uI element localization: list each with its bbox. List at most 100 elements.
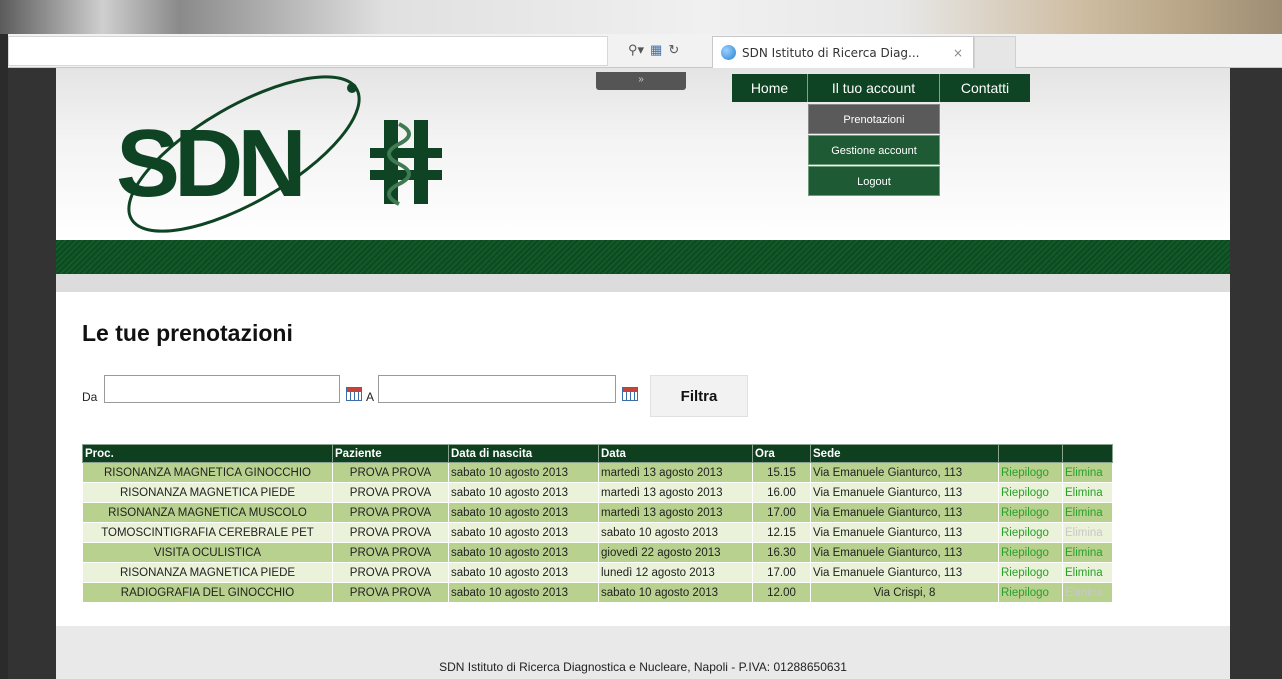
column-header: Ora — [752, 444, 811, 463]
dropdown-item-prenotazioni[interactable]: Prenotazioni — [808, 104, 940, 134]
riepilogo-link-text[interactable]: Riepilogo — [1001, 547, 1049, 559]
patient-cell: PROVA PROVA — [332, 582, 449, 603]
elimina-link-text[interactable]: Elimina — [1065, 567, 1103, 579]
procedure-cell: RISONANZA MAGNETICA PIEDE — [82, 482, 333, 503]
tab-title: SDN Istituto di Ricerca Diag... — [742, 45, 920, 60]
procedure-cell: RISONANZA MAGNETICA MUSCOLO — [82, 502, 333, 523]
header-grey-band — [56, 274, 1230, 292]
riepilogo-link-text[interactable]: Riepilogo — [1001, 587, 1049, 599]
collapse-toggle-icon[interactable]: » — [596, 72, 686, 90]
web-page: SDN » Home Il tuo account Contatti Preno… — [56, 68, 1230, 679]
riepilogo-link[interactable]: Riepilogo — [998, 502, 1063, 523]
browser-tabbar: ⚲▾ ▦ ↻ SDN Istituto di Ricerca Diag... × — [8, 34, 1282, 68]
refresh-icon[interactable]: ↻ — [668, 42, 679, 58]
riepilogo-link-text[interactable]: Riepilogo — [1001, 487, 1049, 499]
riepilogo-link[interactable]: Riepilogo — [998, 582, 1063, 603]
search-icon[interactable]: ⚲▾ — [628, 42, 644, 58]
elimina-link-text[interactable]: Elimina — [1065, 547, 1103, 559]
elimina-link-text[interactable]: Elimina — [1065, 487, 1103, 499]
bookings-table: Proc. Paziente Data di nascita Data Ora … — [82, 444, 1113, 603]
from-date-input[interactable] — [104, 375, 340, 403]
time-cell: 12.00 — [752, 582, 811, 603]
elimina-link[interactable]: Elimina — [1062, 562, 1113, 583]
column-header: Sede — [810, 444, 999, 463]
date-filter: Da A Filtra — [82, 374, 762, 418]
riepilogo-link-text[interactable]: Riepilogo — [1001, 527, 1049, 539]
elimina-link[interactable]: Elimina — [1062, 502, 1113, 523]
time-cell: 16.30 — [752, 542, 811, 563]
site-header: SDN » Home Il tuo account Contatti Preno… — [56, 68, 1230, 240]
patient-cell: PROVA PROVA — [332, 462, 449, 483]
dropdown-item-gestione-account[interactable]: Gestione account — [808, 135, 940, 165]
time-cell: 15.15 — [752, 462, 811, 483]
column-header — [998, 444, 1063, 463]
column-header: Data — [598, 444, 753, 463]
svg-text:SDN: SDN — [116, 110, 301, 217]
elimina-link[interactable]: Elimina — [1062, 462, 1113, 483]
site-footer: SDN Istituto di Ricerca Diagnostica e Nu… — [56, 626, 1230, 679]
dropdown-item-logout[interactable]: Logout — [808, 166, 940, 196]
date-cell: martedì 13 agosto 2013 — [598, 462, 753, 483]
table-row: RADIOGRAFIA DEL GINOCCHIO PROVA PROVA saba… — [82, 582, 1113, 603]
procedure-cell: VISITA OCULISTICA — [82, 542, 333, 563]
location-cell: Via Emanuele Gianturco, 113 — [810, 562, 999, 583]
column-header: Paziente — [332, 444, 449, 463]
sdn-logo[interactable]: SDN — [94, 74, 514, 244]
location-cell: Via Emanuele Gianturco, 113 — [810, 482, 999, 503]
to-date-input[interactable] — [378, 375, 616, 403]
location-cell: Via Emanuele Gianturco, 113 — [810, 522, 999, 543]
elimina-link-text: Elimina — [1065, 526, 1103, 539]
address-bar[interactable] — [8, 36, 608, 66]
riepilogo-link[interactable]: Riepilogo — [998, 482, 1063, 503]
column-header: Proc. — [82, 444, 333, 463]
address-tools: ⚲▾ ▦ ↻ — [628, 42, 679, 58]
nav-account[interactable]: Il tuo account — [808, 74, 940, 102]
riepilogo-link[interactable]: Riepilogo — [998, 522, 1063, 543]
date-cell: sabato 10 agosto 2013 — [598, 582, 753, 603]
procedure-cell: RADIOGRAFIA DEL GINOCCHIO — [82, 582, 333, 603]
table-row: RISONANZA MAGNETICA MUSCOLO PROVA PROVA sa… — [82, 502, 1113, 523]
from-label: Da — [82, 390, 98, 404]
riepilogo-link[interactable]: Riepilogo — [998, 462, 1063, 483]
filter-button[interactable]: Filtra — [650, 375, 748, 417]
elimina-link[interactable]: Elimina — [1062, 542, 1113, 563]
compat-view-icon[interactable]: ▦ — [650, 42, 662, 58]
new-tab-button[interactable] — [974, 36, 1016, 68]
elimina-link-text[interactable]: Elimina — [1065, 467, 1103, 479]
patient-cell: PROVA PROVA — [332, 542, 449, 563]
column-header: Data di nascita — [448, 444, 599, 463]
birthdate-cell: sabato 10 agosto 2013 — [448, 562, 599, 583]
riepilogo-link-text[interactable]: Riepilogo — [1001, 467, 1049, 479]
patient-cell: PROVA PROVA — [332, 482, 449, 503]
riepilogo-link-text[interactable]: Riepilogo — [1001, 507, 1049, 519]
elimina-link-text[interactable]: Elimina — [1065, 507, 1103, 519]
table-row: VISITA OCULISTICA PROVA PROVA sabato 10 ag… — [82, 542, 1113, 563]
calendar-icon[interactable] — [346, 387, 362, 401]
birthdate-cell: sabato 10 agosto 2013 — [448, 482, 599, 503]
elimina-link: Elimina — [1062, 582, 1113, 603]
birthdate-cell: sabato 10 agosto 2013 — [448, 462, 599, 483]
riepilogo-link[interactable]: Riepilogo — [998, 542, 1063, 563]
time-cell: 17.00 — [752, 562, 811, 583]
riepilogo-link-text[interactable]: Riepilogo — [1001, 567, 1049, 579]
main-nav: Home Il tuo account Contatti — [732, 74, 1030, 102]
browser-tab[interactable]: SDN Istituto di Ricerca Diag... × — [712, 36, 974, 68]
account-dropdown: Prenotazioni Gestione account Logout — [808, 104, 940, 197]
tab-close-icon[interactable]: × — [953, 46, 963, 60]
window-titlebar — [0, 0, 1282, 34]
ie-favicon-icon — [721, 45, 736, 60]
header-green-band — [56, 240, 1230, 274]
procedure-cell: RISONANZA MAGNETICA GINOCCHIO — [82, 462, 333, 483]
riepilogo-link[interactable]: Riepilogo — [998, 562, 1063, 583]
location-cell: Via Emanuele Gianturco, 113 — [810, 462, 999, 483]
calendar-icon[interactable] — [622, 387, 638, 401]
nav-contacts[interactable]: Contatti — [940, 74, 1030, 102]
patient-cell: PROVA PROVA — [332, 562, 449, 583]
column-header — [1062, 444, 1113, 463]
nav-home[interactable]: Home — [732, 74, 808, 102]
page-viewport: SDN » Home Il tuo account Contatti Preno… — [8, 68, 1282, 679]
to-label: A — [366, 390, 375, 404]
time-cell: 17.00 — [752, 502, 811, 523]
elimina-link[interactable]: Elimina — [1062, 482, 1113, 503]
birthdate-cell: sabato 10 agosto 2013 — [448, 502, 599, 523]
